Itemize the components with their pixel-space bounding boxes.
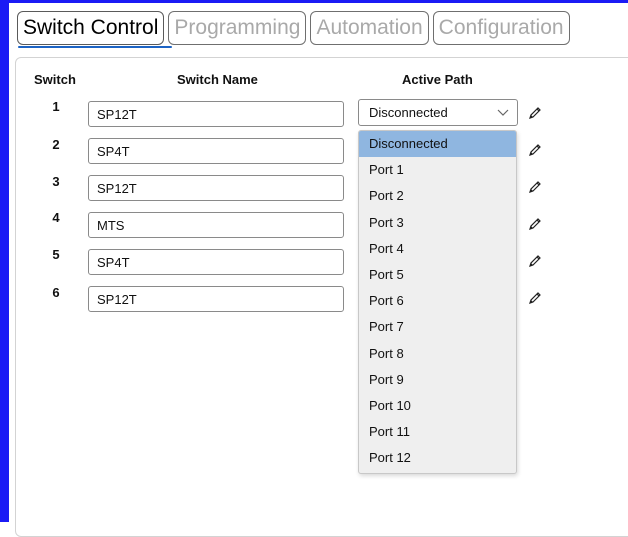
column-header-switch-name: Switch Name: [177, 72, 258, 87]
switch-name-input[interactable]: [88, 286, 344, 312]
dropdown-option-port-2[interactable]: Port 2: [359, 183, 516, 209]
tab-configuration[interactable]: Configuration: [432, 11, 570, 45]
dropdown-option-port-1[interactable]: Port 1: [359, 157, 516, 183]
pencil-icon[interactable]: [527, 105, 543, 121]
dropdown-option-port-6[interactable]: Port 6: [359, 288, 516, 314]
pencil-icon[interactable]: [527, 216, 543, 232]
dropdown-option-port-3[interactable]: Port 3: [359, 210, 516, 236]
switch-number: 6: [52, 285, 60, 300]
pencil-icon[interactable]: [527, 290, 543, 306]
switch-number: 5: [52, 247, 60, 262]
switch-name-input[interactable]: [88, 212, 344, 238]
switch-number: 3: [52, 174, 60, 189]
tab-switch-control[interactable]: Switch Control: [17, 11, 165, 45]
dropdown-option-port-11[interactable]: Port 11: [359, 419, 516, 445]
switch-name-input[interactable]: [88, 138, 344, 164]
pencil-icon[interactable]: [527, 179, 543, 195]
tab-programming[interactable]: Programming: [168, 11, 307, 45]
dropdown-option-disconnected[interactable]: Disconnected: [359, 131, 516, 158]
switch-number: 1: [52, 99, 60, 114]
switch-name-input[interactable]: [88, 101, 344, 127]
tab-bar: Switch Control Programming Automation Co…: [17, 11, 570, 49]
dropdown-option-port-10[interactable]: Port 10: [359, 393, 516, 419]
window-frame-left: [0, 0, 9, 522]
chevron-down-icon: [497, 109, 509, 116]
dropdown-option-port-12[interactable]: Port 12: [359, 445, 516, 471]
column-header-switch: Switch: [34, 72, 76, 87]
dropdown-option-port-9[interactable]: Port 9: [359, 367, 516, 393]
column-header-active-path: Active Path: [402, 72, 473, 87]
dropdown-option-port-8[interactable]: Port 8: [359, 341, 516, 367]
switch-name-input[interactable]: [88, 249, 344, 275]
switch-name-input[interactable]: [88, 175, 344, 201]
pencil-icon[interactable]: [527, 253, 543, 269]
dropdown-option-port-4[interactable]: Port 4: [359, 236, 516, 262]
tab-automation[interactable]: Automation: [310, 11, 429, 45]
switch-number: 4: [52, 210, 60, 225]
dropdown-option-port-5[interactable]: Port 5: [359, 262, 516, 288]
pencil-icon[interactable]: [527, 142, 543, 158]
active-path-select[interactable]: Disconnected: [358, 99, 518, 126]
switch-number: 2: [52, 137, 60, 152]
active-path-value: Disconnected: [369, 105, 448, 120]
window-frame-top: [0, 0, 628, 3]
active-path-dropdown-list: Disconnected Port 1 Port 2 Port 3 Port 4…: [358, 130, 517, 474]
active-tab-indicator: [18, 46, 172, 48]
dropdown-option-port-7[interactable]: Port 7: [359, 314, 516, 340]
